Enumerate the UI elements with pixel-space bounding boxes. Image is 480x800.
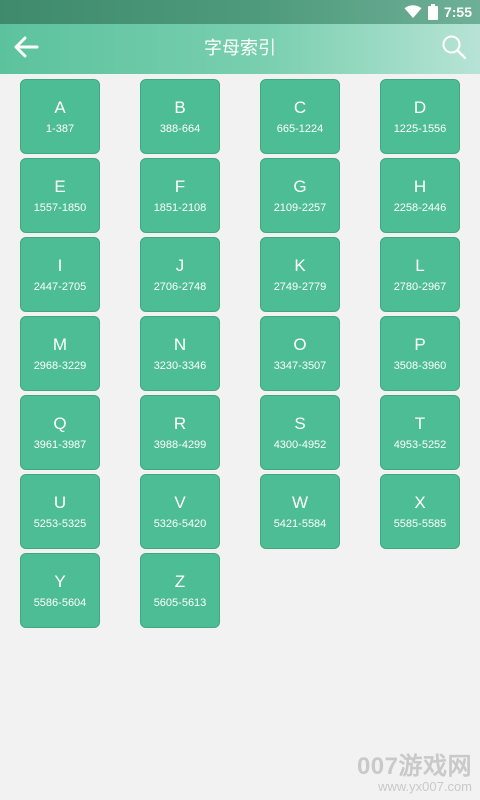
letter-tile-f[interactable]: F 1851-2108 bbox=[140, 158, 220, 233]
tile-range: 5585-5585 bbox=[393, 517, 447, 530]
tile-letter: N bbox=[173, 334, 187, 354]
tile-letter: W bbox=[291, 492, 309, 512]
tile-range: 2258-2446 bbox=[393, 201, 447, 214]
tile-range: 1557-1850 bbox=[33, 201, 87, 214]
tile-range: 3961-3987 bbox=[33, 438, 87, 451]
tile-range: 1225-1556 bbox=[393, 122, 447, 135]
tile-letter: H bbox=[413, 176, 427, 196]
tile-letter: M bbox=[52, 334, 68, 354]
letter-tile-p[interactable]: P 3508-3960 bbox=[380, 316, 460, 391]
letter-tile-r[interactable]: R 3988-4299 bbox=[140, 395, 220, 470]
wifi-icon bbox=[404, 5, 422, 19]
letter-tile-l[interactable]: L 2780-2967 bbox=[380, 237, 460, 312]
arrow-left-icon bbox=[13, 36, 39, 62]
letter-tile-q[interactable]: Q 3961-3987 bbox=[20, 395, 100, 470]
tile-letter: L bbox=[415, 255, 425, 275]
tile-letter: A bbox=[54, 97, 66, 117]
letter-tile-k[interactable]: K 2749-2779 bbox=[260, 237, 340, 312]
tile-letter: O bbox=[293, 334, 307, 354]
letter-tile-m[interactable]: M 2968-3229 bbox=[20, 316, 100, 391]
tile-letter: U bbox=[53, 492, 67, 512]
letter-tile-s[interactable]: S 4300-4952 bbox=[260, 395, 340, 470]
tile-range: 2780-2967 bbox=[393, 280, 447, 293]
letter-tile-g[interactable]: G 2109-2257 bbox=[260, 158, 340, 233]
tile-range: 3347-3507 bbox=[273, 359, 327, 372]
tile-range: 2749-2779 bbox=[273, 280, 327, 293]
tile-range: 5605-5613 bbox=[153, 596, 207, 609]
tile-letter: P bbox=[414, 334, 426, 354]
tile-range: 2706-2748 bbox=[153, 280, 207, 293]
tile-letter: E bbox=[54, 176, 66, 196]
tile-range: 2447-2705 bbox=[33, 280, 87, 293]
letter-tile-a[interactable]: A 1-387 bbox=[20, 79, 100, 154]
tile-letter: R bbox=[173, 413, 187, 433]
tile-letter: S bbox=[294, 413, 306, 433]
tile-letter: B bbox=[174, 97, 186, 117]
tile-letter: F bbox=[174, 176, 186, 196]
letter-tile-d[interactable]: D 1225-1556 bbox=[380, 79, 460, 154]
letter-tile-u[interactable]: U 5253-5325 bbox=[20, 474, 100, 549]
tile-range: 5253-5325 bbox=[33, 517, 87, 530]
watermark-logo: 007游戏网 bbox=[356, 753, 472, 780]
tile-range: 388-664 bbox=[159, 122, 201, 135]
tile-letter: C bbox=[293, 97, 307, 117]
app-bar: 字母索引 bbox=[0, 24, 480, 74]
back-button[interactable] bbox=[10, 34, 42, 64]
tile-letter: V bbox=[174, 492, 186, 512]
status-icons: 7:55 bbox=[404, 3, 472, 21]
tile-letter: D bbox=[413, 97, 427, 117]
tile-range: 5326-5420 bbox=[153, 517, 207, 530]
tile-range: 665-1224 bbox=[276, 122, 324, 135]
tile-range: 4300-4952 bbox=[273, 438, 327, 451]
letter-tile-i[interactable]: I 2447-2705 bbox=[20, 237, 100, 312]
tile-range: 3230-3346 bbox=[153, 359, 207, 372]
watermark: 007游戏网 www.yx007.com bbox=[340, 754, 472, 794]
watermark-url: www.yx007.com bbox=[378, 779, 472, 794]
tile-letter: I bbox=[57, 255, 63, 275]
tile-range: 3988-4299 bbox=[153, 438, 207, 451]
letter-tile-w[interactable]: W 5421-5584 bbox=[260, 474, 340, 549]
letter-tile-c[interactable]: C 665-1224 bbox=[260, 79, 340, 154]
letter-tile-n[interactable]: N 3230-3346 bbox=[140, 316, 220, 391]
tile-range: 1-387 bbox=[45, 122, 75, 135]
letter-tile-h[interactable]: H 2258-2446 bbox=[380, 158, 460, 233]
tile-letter: Y bbox=[54, 571, 66, 591]
letter-tile-v[interactable]: V 5326-5420 bbox=[140, 474, 220, 549]
tile-range: 3508-3960 bbox=[393, 359, 447, 372]
tile-letter: X bbox=[414, 492, 426, 512]
tile-letter: T bbox=[414, 413, 426, 433]
letter-tile-j[interactable]: J 2706-2748 bbox=[140, 237, 220, 312]
letter-tile-t[interactable]: T 4953-5252 bbox=[380, 395, 460, 470]
tile-letter: Q bbox=[53, 413, 67, 433]
letter-index-grid: A 1-387 B 388-664 C 665-1224 D 1225-1556 E 15… bbox=[20, 79, 460, 628]
tile-range: 2109-2257 bbox=[273, 201, 327, 214]
letter-tile-e[interactable]: E 1557-1850 bbox=[20, 158, 100, 233]
tile-range: 5586-5604 bbox=[33, 596, 87, 609]
tile-range: 5421-5584 bbox=[273, 517, 327, 530]
tile-range: 2968-3229 bbox=[33, 359, 87, 372]
status-bar: 7:55 bbox=[0, 0, 480, 24]
battery-icon bbox=[427, 4, 438, 20]
tile-letter: G bbox=[293, 176, 307, 196]
letter-tile-y[interactable]: Y 5586-5604 bbox=[20, 553, 100, 628]
tile-letter: K bbox=[294, 255, 306, 275]
letter-tile-x[interactable]: X 5585-5585 bbox=[380, 474, 460, 549]
status-time: 7:55 bbox=[443, 4, 472, 20]
tile-letter: J bbox=[175, 255, 185, 275]
tile-letter: Z bbox=[174, 571, 186, 591]
tile-range: 1851-2108 bbox=[153, 201, 207, 214]
search-button[interactable] bbox=[438, 33, 470, 65]
search-icon bbox=[441, 34, 467, 64]
letter-tile-z[interactable]: Z 5605-5613 bbox=[140, 553, 220, 628]
letter-tile-o[interactable]: O 3347-3507 bbox=[260, 316, 340, 391]
page-title: 字母索引 bbox=[204, 38, 276, 59]
letter-tile-b[interactable]: B 388-664 bbox=[140, 79, 220, 154]
tile-range: 4953-5252 bbox=[393, 438, 447, 451]
